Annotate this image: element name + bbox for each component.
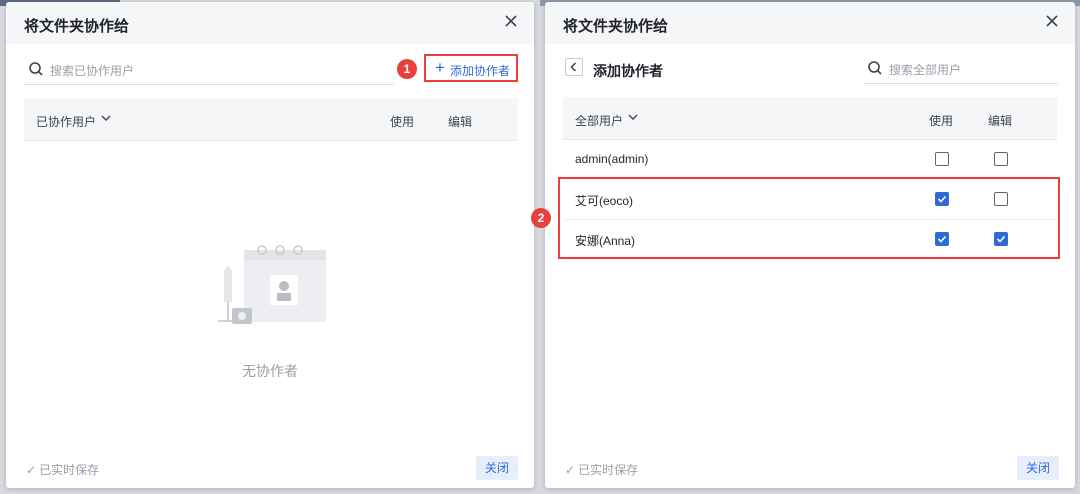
back-button[interactable] bbox=[565, 58, 583, 76]
step-marker-1: 1 bbox=[397, 59, 417, 79]
saved-text: 已实时保存 bbox=[39, 463, 100, 477]
subtitle: 添加协作者 bbox=[593, 63, 663, 79]
empty-state-illustration bbox=[218, 245, 326, 324]
chevron-left-icon bbox=[570, 62, 577, 72]
search-placeholder: 搜索已协作用户 bbox=[50, 64, 135, 78]
dialog-title: 将文件夹协作给 bbox=[24, 18, 130, 35]
close-icon[interactable] bbox=[502, 12, 520, 30]
search-icon bbox=[29, 62, 43, 76]
collaborate-dialog: 将文件夹协作给 搜索已协作用户 1 + 添加协作者 已协作用户 使用 编辑 无协… bbox=[6, 2, 534, 488]
plus-icon: + bbox=[435, 58, 445, 77]
saved-status: ✓ 已实时保存 bbox=[565, 461, 638, 478]
column-all-users[interactable]: 全部用户 bbox=[575, 112, 623, 129]
table-row: 艾可(eoco) bbox=[563, 179, 1057, 220]
column-use: 使用 bbox=[929, 114, 954, 128]
check-icon bbox=[937, 195, 947, 203]
table-header: 全部用户 使用 编辑 bbox=[563, 97, 1057, 140]
search-input[interactable]: 搜索已协作用户 bbox=[24, 54, 394, 85]
search-placeholder: 搜索全部用户 bbox=[889, 63, 962, 77]
add-collaborator-button[interactable]: + 添加协作者 bbox=[424, 54, 518, 82]
check-icon bbox=[996, 235, 1006, 243]
table-header: 已协作用户 使用 编辑 bbox=[24, 98, 518, 141]
close-button[interactable]: 关闭 bbox=[476, 456, 518, 480]
chevron-down-icon[interactable] bbox=[627, 111, 639, 123]
use-checkbox[interactable] bbox=[935, 152, 949, 166]
chevron-down-icon[interactable] bbox=[100, 112, 112, 124]
check-icon bbox=[937, 235, 947, 243]
edit-checkbox[interactable] bbox=[994, 152, 1008, 166]
edit-checkbox[interactable] bbox=[994, 232, 1008, 246]
column-use: 使用 bbox=[390, 115, 415, 129]
table-row: admin(admin) bbox=[563, 139, 1057, 180]
column-edit: 编辑 bbox=[448, 115, 473, 129]
add-collaborator-dialog: 将文件夹协作给 添加协作者 搜索全部用户 全部用户 使用 编辑 admin(ad… bbox=[545, 2, 1075, 488]
use-checkbox[interactable] bbox=[935, 232, 949, 246]
search-input[interactable]: 搜索全部用户 bbox=[863, 53, 1058, 84]
user-name: 安娜(Anna) bbox=[575, 234, 636, 248]
user-name: admin(admin) bbox=[575, 152, 649, 166]
user-name: 艾可(eoco) bbox=[575, 194, 634, 208]
search-icon bbox=[868, 61, 882, 75]
saved-status: ✓ 已实时保存 bbox=[26, 461, 99, 478]
close-icon[interactable] bbox=[1043, 12, 1061, 30]
step-marker-2: 2 bbox=[531, 208, 551, 228]
saved-text: 已实时保存 bbox=[578, 463, 639, 477]
dialog-title: 将文件夹协作给 bbox=[563, 18, 669, 35]
column-collaborators[interactable]: 已协作用户 bbox=[36, 113, 96, 130]
column-edit: 编辑 bbox=[988, 114, 1013, 128]
check-icon: ✓ bbox=[565, 463, 576, 477]
close-button[interactable]: 关闭 bbox=[1017, 456, 1059, 480]
edit-checkbox[interactable] bbox=[994, 192, 1008, 206]
use-checkbox[interactable] bbox=[935, 192, 949, 206]
add-collaborator-label: 添加协作者 bbox=[450, 64, 511, 78]
table-row: 安娜(Anna) bbox=[563, 219, 1057, 260]
dialog-header: 将文件夹协作给 bbox=[6, 2, 534, 44]
dialog-header: 将文件夹协作给 bbox=[545, 2, 1075, 44]
empty-state-text: 无协作者 bbox=[242, 363, 298, 379]
check-icon: ✓ bbox=[26, 463, 37, 477]
